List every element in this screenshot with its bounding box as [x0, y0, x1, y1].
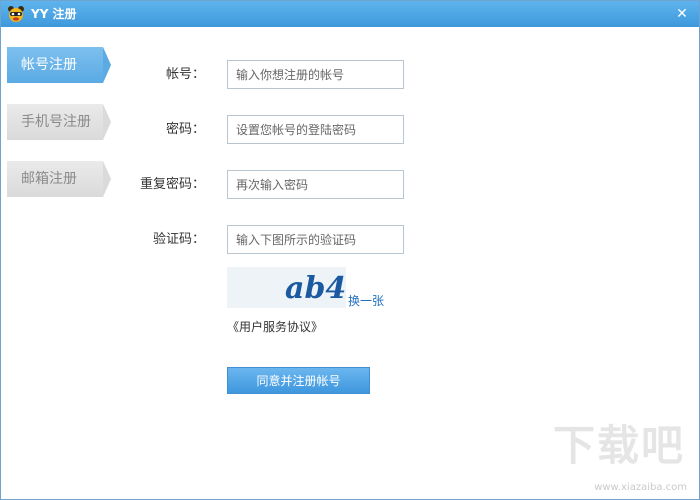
- watermark-url: www.xiazaiba.com: [594, 482, 687, 493]
- captcha-input[interactable]: [227, 225, 404, 254]
- tab-phone-register[interactable]: 手机号注册: [7, 104, 111, 140]
- tab-label: 手机号注册: [21, 114, 91, 130]
- repeat-password-label: 重复密码：: [139, 177, 205, 192]
- close-icon[interactable]: ✕: [673, 5, 691, 23]
- tab-label: 帐号注册: [21, 57, 77, 73]
- window-title: YY 注册: [31, 7, 77, 21]
- yy-bear-icon: [7, 5, 25, 23]
- tab-email-register[interactable]: 邮箱注册: [7, 161, 111, 197]
- account-label: 帐号：: [165, 67, 205, 82]
- user-agreement-link[interactable]: 《用户服务协议》: [227, 318, 323, 335]
- registration-window: YY 注册 ✕ 帐号注册 手机号注册 邮箱注册 帐号： 密码： 重复密码： 验证…: [0, 0, 700, 500]
- refresh-captcha-link[interactable]: 换一张: [348, 292, 384, 309]
- password-input[interactable]: [227, 115, 404, 144]
- password-label: 密码：: [165, 122, 205, 137]
- account-input[interactable]: [227, 60, 404, 89]
- title-bar[interactable]: YY 注册 ✕: [1, 1, 699, 27]
- captcha-label: 验证码：: [152, 232, 205, 247]
- tab-account-register[interactable]: 帐号注册: [7, 47, 111, 83]
- captcha-text: ab4: [285, 271, 346, 306]
- tab-label: 邮箱注册: [21, 171, 77, 187]
- agree-and-register-button[interactable]: 同意并注册帐号: [227, 367, 370, 394]
- captcha-image: ab4: [227, 267, 346, 308]
- watermark-logo: 下载吧: [552, 421, 685, 470]
- repeat-password-input[interactable]: [227, 170, 404, 199]
